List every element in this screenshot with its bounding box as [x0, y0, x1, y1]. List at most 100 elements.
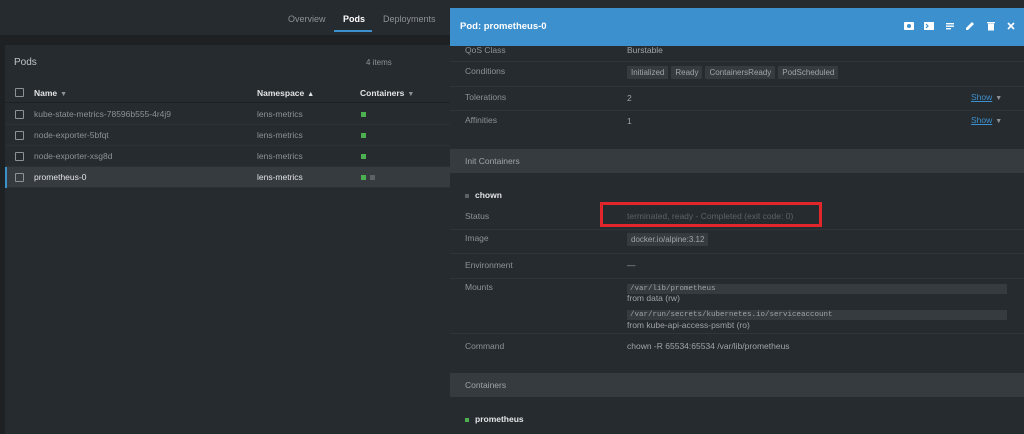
affinities-label: Affinities	[465, 115, 497, 125]
column-label-namespace: Namespace	[257, 88, 305, 98]
column-header-containers[interactable]: Containers ▼	[360, 88, 414, 98]
active-tab-indicator	[334, 30, 372, 32]
image-value: docker.io/alpine:3.12	[627, 233, 711, 246]
drawer-title-bar: Pod: prometheus-0	[450, 8, 1024, 46]
conditions-badges: Initialized Ready ContainersReady PodSchedu…	[627, 66, 841, 79]
window-top-strip	[0, 0, 1024, 8]
mount-path: /var/run/secrets/kubernetes.io/serviceac…	[627, 308, 1007, 320]
drawer-title: Pod: prometheus-0	[460, 21, 547, 32]
column-header-name[interactable]: Name ▼	[34, 88, 67, 98]
mount-source: from data (rw)	[627, 293, 680, 303]
resource-tabs: Overview Pods Deployments	[0, 8, 450, 35]
pod-name: kube-state-metrics-78596b555-4r4j9	[34, 109, 172, 119]
pod-name: node-exporter-5bfqt	[34, 130, 109, 140]
show-label: Show	[971, 92, 993, 102]
divider	[450, 333, 1024, 334]
pod-name: node-exporter-xsg8d	[34, 151, 113, 161]
tolerations-value: 2	[627, 93, 632, 103]
image-badge: docker.io/alpine:3.12	[627, 233, 709, 246]
terminal-icon[interactable]	[922, 20, 936, 34]
container-name-text: chown	[475, 190, 502, 200]
sort-icon: ▼	[407, 91, 415, 98]
tab-overview[interactable]: Overview	[288, 14, 326, 24]
section-title: Init Containers	[465, 156, 520, 166]
item-count: 4 items	[366, 58, 392, 67]
column-header-namespace[interactable]: Namespace ▲	[257, 88, 314, 98]
container-status-icon	[361, 133, 366, 138]
container-status-icon	[361, 154, 366, 159]
pod-namespace: lens-metrics	[257, 151, 303, 161]
status-label: Status	[465, 211, 490, 221]
logs-icon[interactable]	[902, 20, 916, 34]
condition-badge: Ready	[671, 66, 703, 79]
table-row[interactable]: node-exporter-5bfqt lens-metrics	[5, 125, 450, 146]
column-label-containers: Containers	[360, 88, 405, 98]
show-label: Show	[971, 115, 993, 125]
row-checkbox[interactable]	[15, 173, 24, 182]
init-container-status-icon	[370, 175, 375, 180]
row-checkbox[interactable]	[15, 152, 24, 161]
containers-section-header: Containers	[450, 373, 1024, 397]
condition-badge: ContainersReady	[705, 66, 776, 79]
sort-asc-icon: ▲	[307, 91, 315, 98]
mount-source: from kube-api-access-psmbt (ro)	[627, 320, 750, 330]
tab-pods[interactable]: Pods	[343, 14, 365, 24]
qos-value: Burstable	[627, 45, 663, 55]
condition-badge: Initialized	[627, 66, 669, 79]
sort-icon: ▼	[60, 91, 68, 98]
mounts-label: Mounts	[465, 282, 493, 292]
list-title: Pods	[14, 57, 37, 68]
chevron-down-icon: ▼	[995, 95, 1003, 102]
init-containers-section-header: Init Containers	[450, 149, 1024, 173]
list-icon[interactable]	[943, 20, 957, 34]
environment-label: Environment	[465, 260, 513, 270]
table-row[interactable]: kube-state-metrics-78596b555-4r4j9 lens-…	[5, 104, 450, 125]
pods-list-pane: Overview Pods Deployments Pods 4 items N…	[0, 8, 450, 434]
divider	[450, 61, 1024, 62]
mount-path-text: /var/run/secrets/kubernetes.io/serviceac…	[627, 310, 1007, 320]
container-status-icon	[361, 175, 366, 180]
divider	[450, 110, 1024, 111]
select-all-checkbox[interactable]	[15, 88, 24, 97]
tolerations-show-link[interactable]: Show ▼	[971, 92, 1002, 102]
command-label: Command	[465, 341, 505, 351]
mount-path-text: /var/lib/prometheus	[627, 284, 1007, 294]
close-icon[interactable]	[1004, 20, 1018, 34]
image-label: Image	[465, 233, 489, 243]
row-checkbox[interactable]	[15, 110, 24, 119]
pods-table: Pods 4 items Name ▼ Namespace ▲ Containers…	[5, 45, 450, 434]
affinities-value: 1	[627, 116, 632, 126]
column-label-name: Name	[34, 88, 58, 98]
environment-value: —	[627, 260, 636, 270]
command-value: chown -R 65534:65534 /var/lib/prometheus	[627, 341, 790, 351]
annotation-highlight-box	[600, 202, 822, 227]
divider	[450, 278, 1024, 279]
table-row[interactable]: node-exporter-xsg8d lens-metrics	[5, 146, 450, 167]
container-status-icon	[465, 193, 469, 198]
selection-indicator	[5, 167, 7, 188]
edit-icon[interactable]	[963, 20, 977, 34]
row-checkbox[interactable]	[15, 131, 24, 140]
condition-badge: PodScheduled	[778, 66, 839, 79]
mount-path: /var/lib/prometheus	[627, 282, 1007, 294]
divider	[450, 86, 1024, 87]
pod-namespace: lens-metrics	[257, 109, 303, 119]
tab-deployments[interactable]: Deployments	[383, 14, 436, 24]
table-row-selected[interactable]: prometheus-0 lens-metrics	[5, 167, 450, 188]
conditions-label: Conditions	[465, 66, 506, 76]
qos-label: QoS Class	[465, 45, 506, 55]
init-container-name: chown	[465, 190, 502, 200]
container-status-icon	[465, 417, 469, 422]
delete-icon[interactable]	[984, 20, 998, 34]
chevron-down-icon: ▼	[995, 118, 1003, 125]
pod-name: prometheus-0	[34, 172, 87, 182]
table-header: Name ▼ Namespace ▲ Containers ▼	[5, 82, 450, 103]
divider	[450, 253, 1024, 254]
divider	[450, 229, 1024, 230]
container-status-icon	[361, 112, 366, 117]
affinities-show-link[interactable]: Show ▼	[971, 115, 1002, 125]
container-name-text: prometheus	[475, 414, 524, 424]
container-name: prometheus	[465, 414, 524, 424]
pod-namespace: lens-metrics	[257, 172, 303, 182]
pod-namespace: lens-metrics	[257, 130, 303, 140]
